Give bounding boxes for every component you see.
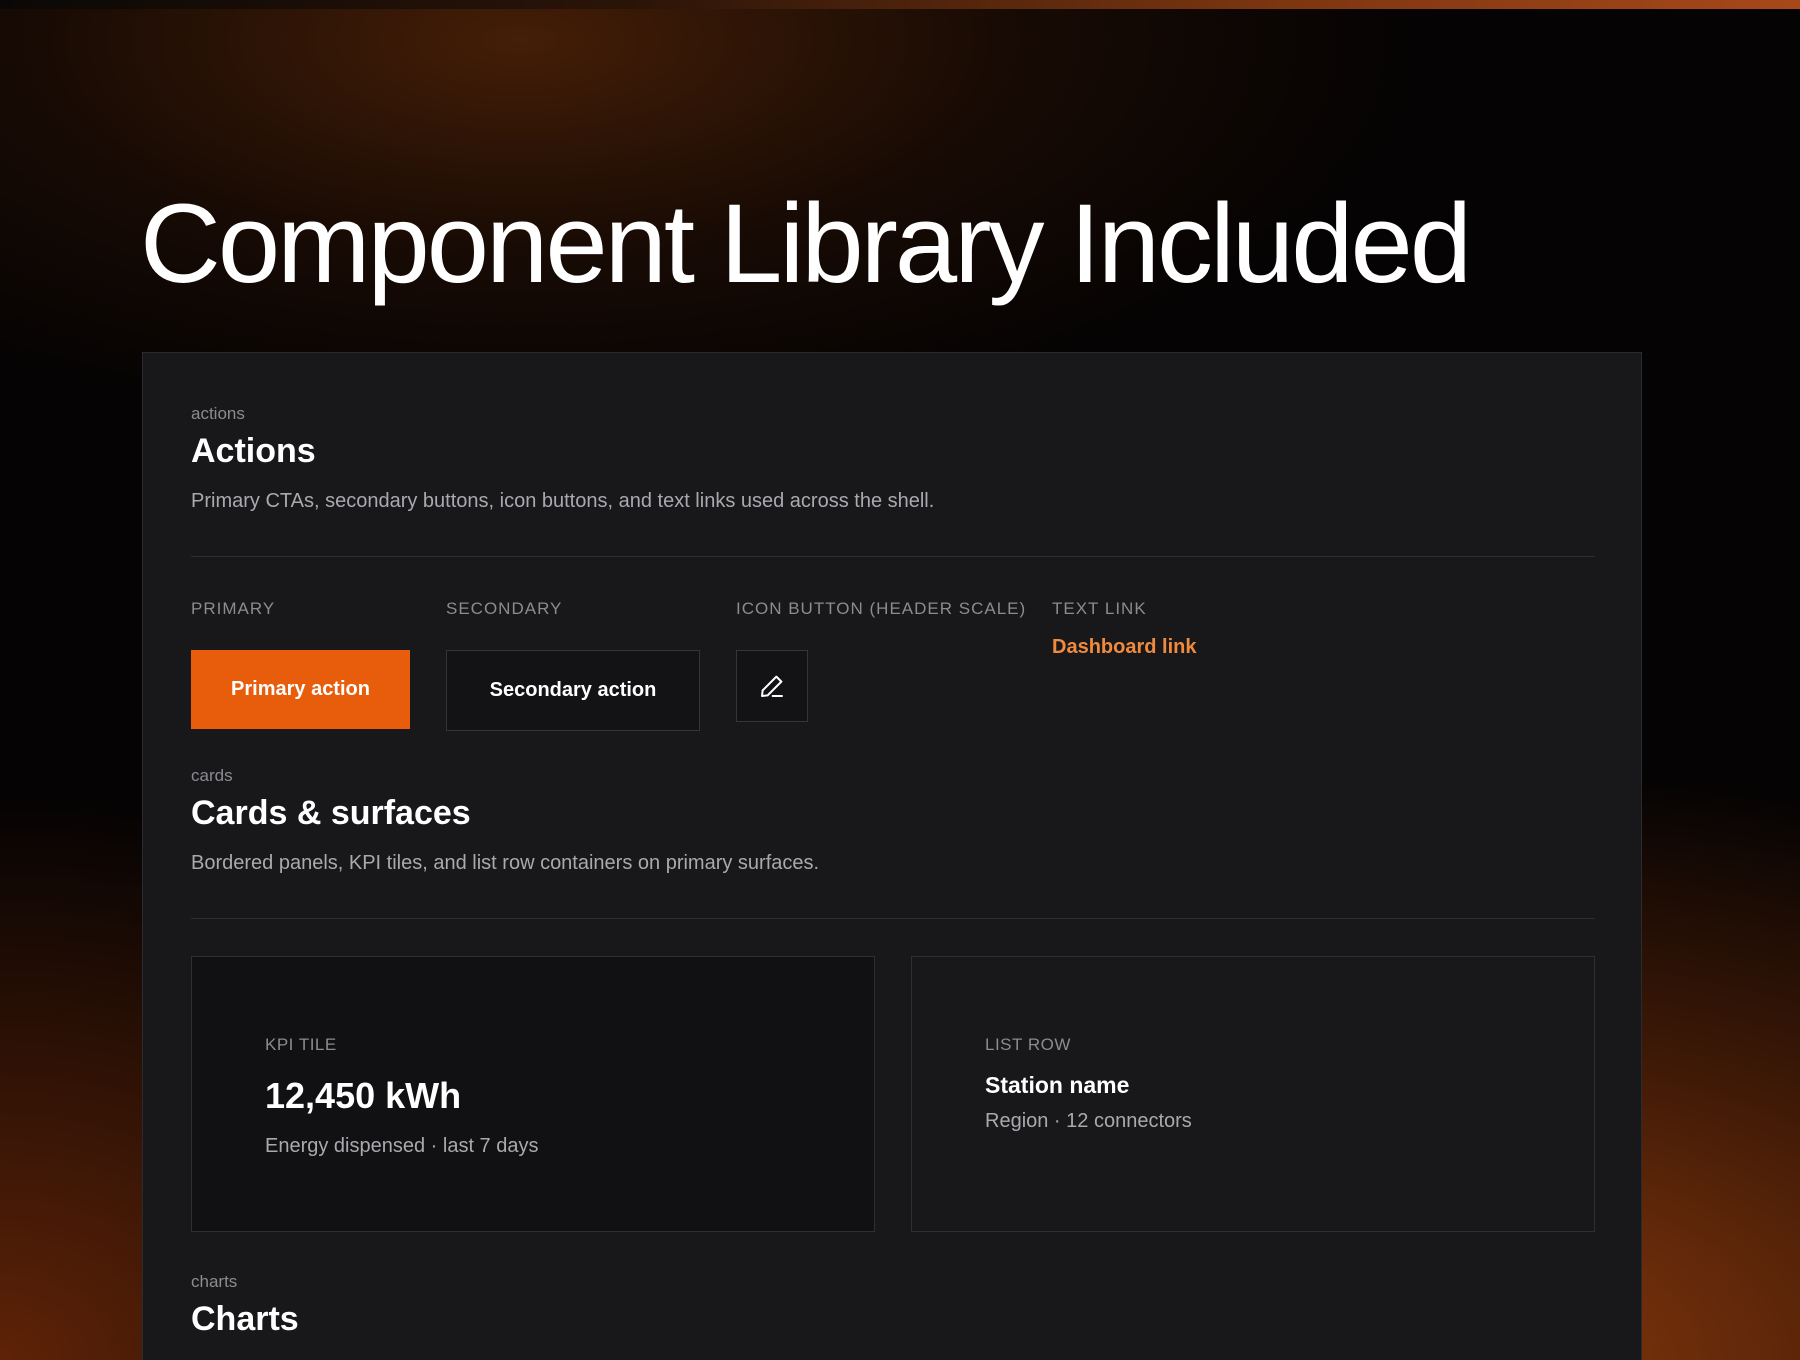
secondary-column-label: SECONDARY xyxy=(446,599,563,618)
dashboard-link[interactable]: Dashboard link xyxy=(1052,636,1196,659)
charts-section: charts Charts xyxy=(191,1273,1595,1338)
kpi-subtext: Energy dispensed · last 7 days xyxy=(265,1135,539,1157)
edit-pencil-icon xyxy=(757,671,787,701)
hero-title: Component Library Included xyxy=(140,181,1472,306)
cards-divider xyxy=(191,918,1595,919)
primary-column-label: PRIMARY xyxy=(191,599,276,618)
list-row-label: LIST ROW xyxy=(985,1035,1071,1054)
station-name: Station name xyxy=(985,1072,1130,1098)
text-link-column: TEXT LINK xyxy=(1052,600,1147,617)
station-subtext: Region · 12 connectors xyxy=(985,1110,1192,1132)
cards-eyebrow: cards xyxy=(191,766,233,785)
primary-action-button[interactable]: Primary action xyxy=(191,650,410,729)
icon-button-column: ICON BUTTON (HEADER SCALE) xyxy=(736,600,1026,617)
actions-section: actions Actions Primary CTAs, secondary … xyxy=(191,405,1595,514)
kpi-tile: KPI TILE 12,450 kWh Energy dispensed · l… xyxy=(191,956,875,1232)
cards-section: cards Cards & surfaces Bordered panels, … xyxy=(191,767,1595,876)
actions-divider xyxy=(191,556,1595,557)
secondary-column: SECONDARY xyxy=(446,600,562,617)
actions-showcase: PRIMARY Primary action SECONDARY Seconda… xyxy=(191,600,1595,740)
component-library-panel: actions Actions Primary CTAs, secondary … xyxy=(142,352,1642,1360)
cards-title: Cards & surfaces xyxy=(191,794,471,832)
icon-button-column-label: ICON BUTTON (HEADER SCALE) xyxy=(736,599,1027,618)
primary-column: PRIMARY xyxy=(191,600,275,617)
text-link-column-label: TEXT LINK xyxy=(1052,599,1147,618)
charts-title: Charts xyxy=(191,1300,299,1338)
cards-showcase: KPI TILE 12,450 kWh Energy dispensed · l… xyxy=(191,956,1595,1232)
kpi-value: 12,450 kWh xyxy=(265,1075,462,1116)
actions-title: Actions xyxy=(191,432,316,470)
actions-eyebrow: actions xyxy=(191,404,245,423)
top-accent-bar xyxy=(0,0,1800,9)
cards-description: Bordered panels, KPI tiles, and list row… xyxy=(191,852,820,875)
charts-eyebrow: charts xyxy=(191,1272,238,1291)
edit-icon-button[interactable] xyxy=(736,650,808,722)
actions-description: Primary CTAs, secondary buttons, icon bu… xyxy=(191,490,935,513)
secondary-action-button[interactable]: Secondary action xyxy=(446,650,700,731)
list-row-card: LIST ROW Station name Region · 12 connec… xyxy=(911,956,1595,1232)
kpi-tile-label: KPI TILE xyxy=(265,1035,337,1054)
